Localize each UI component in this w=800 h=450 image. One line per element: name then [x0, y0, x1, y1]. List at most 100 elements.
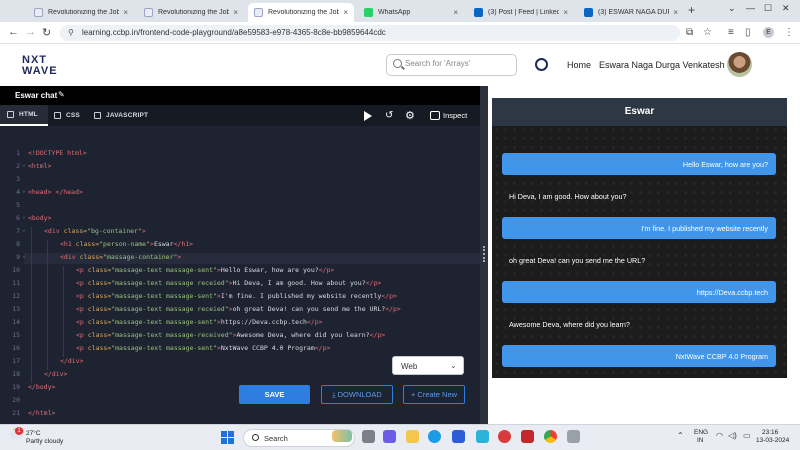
- browser-tab-title: Revolutionizing the Job Mar: [48, 9, 120, 16]
- indent-guide: [31, 240, 32, 253]
- help-icon[interactable]: [498, 430, 511, 443]
- code-line: <!DOCTYPE html>: [28, 149, 87, 157]
- reload-icon[interactable]: ↻: [42, 26, 51, 39]
- download-button[interactable]: ⤓ DOWNLOAD: [321, 385, 393, 404]
- code-line: <div class="massage-container">: [60, 253, 181, 261]
- fold-chevron-icon[interactable]: ⌄: [22, 226, 26, 233]
- user-avatar[interactable]: [727, 52, 752, 77]
- weather-temp[interactable]: 27°C: [26, 430, 41, 437]
- code-token: </p>: [381, 292, 397, 300]
- language-indicator[interactable]: ENG: [694, 429, 708, 436]
- tab-close-icon[interactable]: ×: [233, 8, 238, 17]
- ccbp-favicon-icon: [34, 8, 43, 17]
- fold-chevron-icon[interactable]: ⌄: [22, 213, 26, 220]
- indent-guide: [63, 305, 64, 318]
- minimize-icon[interactable]: —: [746, 3, 755, 13]
- code-token: >: [177, 253, 182, 261]
- new-tab-button[interactable]: +: [688, 3, 695, 17]
- tab-search-icon[interactable]: ⌄: [728, 3, 736, 14]
- clock-date[interactable]: 13-03-2024: [756, 437, 789, 444]
- tab-css[interactable]: CSS: [54, 105, 80, 126]
- code-token: class=: [87, 292, 112, 300]
- inspect-label[interactable]: Inspect: [443, 111, 467, 120]
- browser-tab[interactable]: (3) ESWAR NAGA DURGA ×: [578, 3, 684, 22]
- html-file-icon: [7, 111, 14, 118]
- side-panel-icon[interactable]: ▯: [745, 27, 751, 38]
- browser-tab-title: (3) ESWAR NAGA DURGA: [598, 9, 669, 16]
- fold-chevron-icon[interactable]: ⌄: [22, 187, 26, 194]
- battery-icon[interactable]: ▭: [743, 431, 751, 440]
- tab-javascript[interactable]: JAVASCRIPT: [94, 105, 148, 126]
- search-input[interactable]: [405, 59, 513, 68]
- search-box[interactable]: [386, 54, 517, 76]
- drag-handle-icon[interactable]: [483, 246, 485, 262]
- clock-time[interactable]: 23:16: [762, 429, 778, 436]
- browser-tab[interactable]: Revolutionizing the Job Mar×: [28, 3, 134, 22]
- tray-chevron-icon[interactable]: ⌃: [677, 431, 684, 440]
- snipping-tool-icon[interactable]: [567, 430, 580, 443]
- code-token: Hello Eswar, how are you?: [220, 266, 319, 274]
- code-line: <div class="bg-container">: [44, 227, 146, 235]
- weather-desc[interactable]: Partly cloudy: [26, 438, 63, 445]
- home-link[interactable]: Home: [567, 60, 591, 70]
- line-number: 6: [16, 214, 20, 222]
- app-icon[interactable]: [476, 430, 489, 443]
- task-view-icon[interactable]: [362, 430, 375, 443]
- edge-icon[interactable]: [428, 430, 441, 443]
- meet-icon[interactable]: [383, 430, 396, 443]
- code-token: <p: [76, 318, 88, 326]
- browser-menu-icon[interactable]: ⋮: [784, 27, 794, 38]
- browser-tab[interactable]: Revolutionizing the Job Mar×: [248, 3, 354, 22]
- code-line: <h1 class="person-name">Eswar</h1>: [60, 240, 193, 248]
- forward-icon[interactable]: →: [25, 26, 36, 38]
- run-play-icon[interactable]: [364, 111, 372, 121]
- code-token: class=: [79, 253, 104, 261]
- save-button[interactable]: SAVE: [239, 385, 310, 404]
- code-token: "person-name": [99, 240, 151, 248]
- code-token: </html>: [28, 409, 56, 417]
- browser-tab[interactable]: (3) Post | Feed | LinkedIn ×: [468, 3, 574, 22]
- browser-tab[interactable]: Revolutionizing the Job Mar×: [138, 3, 244, 22]
- tab-close-icon[interactable]: ×: [343, 8, 348, 17]
- fold-chevron-icon[interactable]: ⌄: [22, 161, 26, 168]
- reset-icon[interactable]: ↺: [385, 110, 393, 121]
- bookmark-star-icon[interactable]: ☆: [703, 27, 712, 38]
- tab-close-icon[interactable]: ×: [453, 8, 458, 17]
- url-text[interactable]: learning.ccbp.in/frontend-code-playgroun…: [82, 28, 386, 37]
- user-name[interactable]: Eswara Naga Durga Venkatesh: [599, 60, 725, 70]
- create-new-button[interactable]: + Create New: [403, 385, 465, 404]
- media-control-icon[interactable]: ≡: [728, 27, 734, 38]
- nxtwave-logo-bottom[interactable]: WAVE: [22, 65, 58, 77]
- chrome-icon[interactable]: [544, 430, 557, 443]
- inspect-toggle[interactable]: [430, 111, 440, 120]
- site-info-icon[interactable]: ⚲: [68, 28, 74, 37]
- browser-tab[interactable]: WhatsApp ×: [358, 3, 464, 22]
- fold-chevron-icon[interactable]: ⌄: [22, 252, 26, 259]
- volume-icon[interactable]: ◁): [728, 431, 737, 440]
- tab-close-icon[interactable]: ×: [563, 8, 568, 17]
- wifi-icon[interactable]: ◠: [716, 431, 723, 440]
- back-icon[interactable]: ←: [8, 26, 19, 38]
- url-field[interactable]: ⚲ learning.ccbp.in/frontend-code-playgro…: [60, 25, 680, 41]
- tab-close-icon[interactable]: ×: [673, 8, 678, 17]
- language-region[interactable]: IN: [697, 437, 704, 444]
- maximize-icon[interactable]: ☐: [764, 3, 772, 14]
- code-line: <p class="massage-text massage-sent">I'm…: [76, 292, 397, 300]
- linkedin-icon: [584, 8, 593, 17]
- timer-icon[interactable]: [535, 58, 548, 71]
- pencil-icon[interactable]: ✎: [58, 90, 65, 99]
- code-line: <p class="massage-text massage-sent">Nxt…: [76, 344, 330, 352]
- gear-icon[interactable]: ⚙: [405, 109, 415, 122]
- windows-start-icon[interactable]: [221, 431, 234, 444]
- install-app-icon[interactable]: ⧉: [686, 27, 693, 38]
- profile-avatar[interactable]: E: [763, 27, 774, 38]
- store-icon[interactable]: [452, 430, 465, 443]
- file-explorer-icon[interactable]: [406, 430, 419, 443]
- preview-mode-select[interactable]: Web ⌄: [392, 356, 464, 375]
- mcafee-icon[interactable]: [521, 430, 534, 443]
- tab-close-icon[interactable]: ×: [123, 8, 128, 17]
- close-window-icon[interactable]: ✕: [782, 3, 790, 14]
- code-editor[interactable]: 1 <!DOCTYPE html> 2 ⌄ <html> 3 4 ⌄ <head> </head…: [0, 126, 480, 424]
- tab-html[interactable]: HTML: [0, 105, 48, 126]
- code-token: </p>: [365, 279, 382, 287]
